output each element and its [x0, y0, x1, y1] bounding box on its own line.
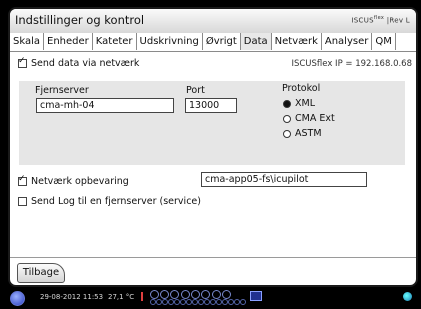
title-bar: Indstillinger og kontrol ISCUSflex |Rev …	[10, 9, 416, 34]
settings-window: Indstillinger og kontrol ISCUSflex |Rev …	[8, 7, 418, 287]
send-data-label: Send data via netværk	[31, 58, 140, 69]
back-button[interactable]: Tilbage	[17, 263, 65, 283]
brand-logo: ISCUSflex |Rev L	[351, 15, 410, 25]
tab-skala[interactable]: Skala	[10, 33, 44, 50]
network-storage-checkbox[interactable]: Netværk opbevaring	[18, 174, 129, 187]
network-storage-label: Netværk opbevaring	[31, 176, 129, 187]
device-ip-info: ISCUSflex IP = 192.168.0.68	[291, 59, 412, 69]
footer-divider	[10, 257, 416, 258]
radio-selected-icon	[283, 99, 291, 108]
send-data-checkbox[interactable]: Send data via netværk	[18, 56, 140, 69]
protocol-xml-label: XML	[295, 98, 315, 109]
protocol-astm-radio[interactable]: ASTM	[283, 128, 322, 139]
tab-netvaerk[interactable]: Netværk	[272, 33, 322, 50]
protocol-astm-label: ASTM	[295, 128, 322, 139]
datetime-display: 29-08-2012 11:53	[40, 293, 104, 301]
tab-udskrivning[interactable]: Udskrivning	[137, 33, 203, 50]
network-icon	[250, 291, 262, 301]
status-bar: 29-08-2012 11:53 27,1 °C	[0, 288, 421, 309]
radio-unselected-icon	[283, 129, 291, 138]
send-log-label: Send Log til en fjernserver (service)	[31, 196, 201, 207]
tab-content: Send data via netværk ISCUSflex IP = 192…	[10, 52, 416, 257]
tab-data[interactable]: Data	[240, 33, 272, 50]
send-log-checkbox[interactable]: Send Log til en fjernserver (service)	[18, 196, 201, 207]
tab-kateter[interactable]: Kateter	[93, 33, 137, 50]
network-storage-input[interactable]: cma-app05-fs\icupilot	[201, 172, 367, 187]
radio-unselected-icon	[283, 114, 291, 123]
tab-enheder[interactable]: Enheder	[44, 33, 93, 50]
vial-slots-icon	[150, 299, 246, 305]
tab-analyser[interactable]: Analyser	[322, 33, 373, 50]
power-icon[interactable]	[10, 291, 25, 306]
port-label: Port	[186, 85, 205, 96]
server-label: Fjernserver	[35, 85, 89, 96]
checkbox-checked-icon	[18, 56, 27, 68]
protocol-xml-radio[interactable]: XML	[283, 98, 315, 109]
tab-ovrigt[interactable]: Øvrigt	[203, 33, 241, 50]
globe-icon	[403, 292, 412, 301]
checkbox-unchecked-icon	[18, 197, 27, 206]
vial-rack-icon[interactable]	[150, 290, 233, 299]
checkbox-checked-icon	[18, 174, 27, 186]
device-screen: Indstillinger og kontrol ISCUSflex |Rev …	[0, 0, 421, 309]
tab-qm[interactable]: QM	[372, 33, 396, 50]
protocol-cma-ext-radio[interactable]: CMA Ext	[283, 113, 335, 124]
tab-bar: Skala Enheder Kateter Udskrivning Øvrigt…	[10, 33, 416, 52]
port-input[interactable]: 13000	[185, 98, 237, 113]
server-settings-panel: Fjernserver cma-mh-04 Port 13000 Protoko…	[19, 81, 405, 165]
protocol-cma-ext-label: CMA Ext	[295, 113, 335, 124]
window-title: Indstillinger og kontrol	[15, 13, 145, 27]
temperature-display: 27,1 °C	[108, 293, 135, 301]
server-input[interactable]: cma-mh-04	[36, 98, 174, 113]
alarm-indicator-icon	[141, 292, 143, 301]
protocol-label: Protokol	[282, 83, 321, 94]
